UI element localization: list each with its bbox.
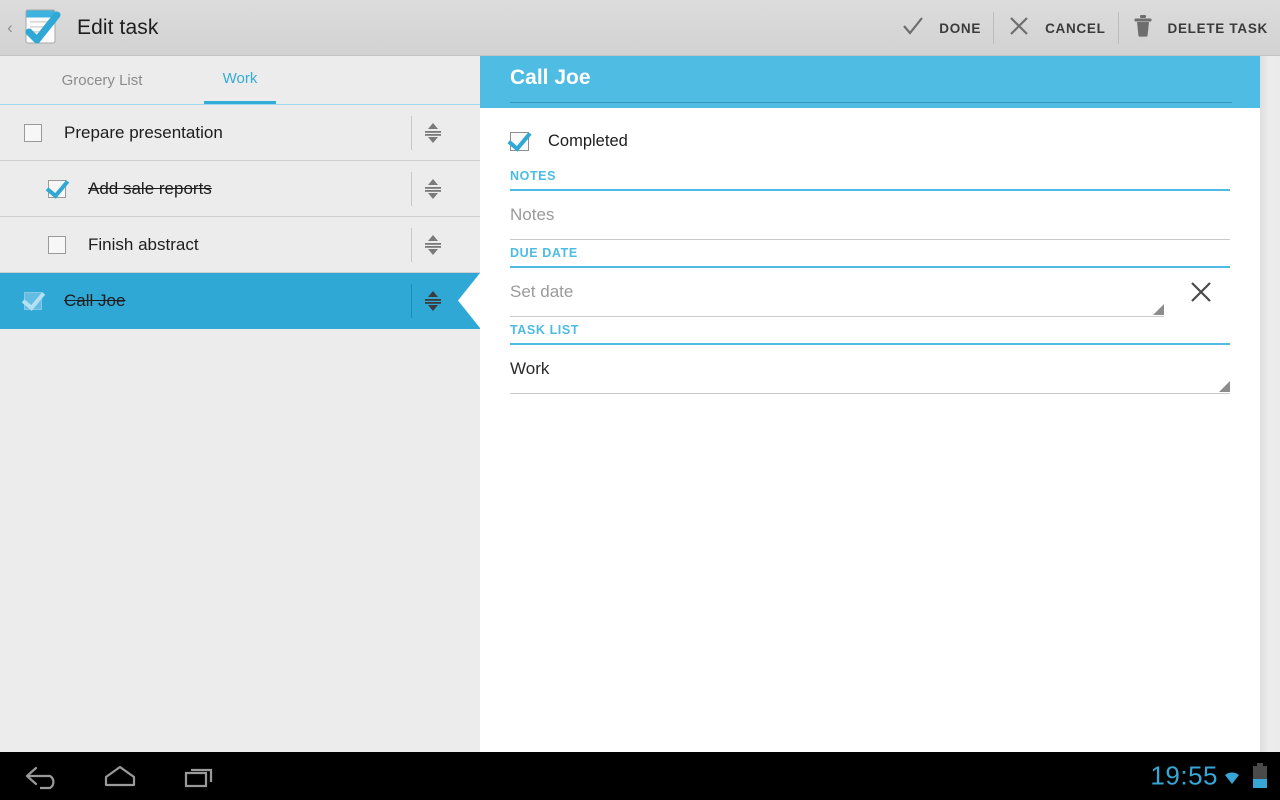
task-list: Prepare presentation Add sale reports — [0, 105, 480, 329]
task-checkbox[interactable] — [48, 236, 66, 254]
task-title-field[interactable]: Call Joe — [510, 66, 591, 90]
wifi-icon — [1220, 765, 1244, 792]
task-checkbox[interactable] — [24, 292, 42, 310]
notes-field[interactable]: Notes — [510, 191, 1230, 240]
reorder-grip-icon[interactable] — [418, 174, 448, 204]
due-date-placeholder: Set date — [510, 282, 573, 302]
task-label: Add sale reports — [88, 179, 212, 199]
tab-grocery-list-label: Grocery List — [62, 72, 143, 89]
cancel-label: CANCEL — [1045, 21, 1105, 36]
clear-due-date-button[interactable] — [1186, 277, 1216, 307]
title-underline — [510, 102, 1232, 103]
detail-body: Completed NOTES Notes DUE DATE Set date — [480, 119, 1260, 394]
task-list-spinner[interactable]: Work — [510, 345, 1230, 394]
delete-task-label: DELETE TASK — [1168, 21, 1268, 36]
task-checkbox[interactable] — [48, 180, 66, 198]
spinner-triangle-icon — [1153, 304, 1164, 315]
grip-divider — [411, 228, 412, 262]
task-row-selected[interactable]: Call Joe — [0, 273, 480, 329]
spinner-triangle-icon — [1219, 381, 1230, 392]
task-label: Prepare presentation — [64, 123, 223, 143]
tab-work-label: Work — [223, 70, 258, 87]
task-list-section-label: TASK LIST — [510, 323, 1230, 345]
tab-work[interactable]: Work — [204, 56, 276, 104]
trash-icon — [1131, 13, 1155, 44]
notes-placeholder: Notes — [510, 205, 554, 225]
completed-label: Completed — [548, 132, 628, 151]
completed-checkbox[interactable] — [510, 132, 529, 151]
task-detail-pane: Call Joe Completed NOTES Notes DUE DATE … — [480, 56, 1260, 752]
done-label: DONE — [939, 21, 981, 36]
selection-pointer-notch — [458, 273, 480, 328]
action-bar: ‹ Edit task DO — [0, 0, 1280, 56]
detail-header: Call Joe — [480, 56, 1260, 108]
grip-divider — [411, 116, 412, 150]
tab-grocery-list[interactable]: Grocery List — [0, 56, 204, 104]
recent-apps-icon[interactable] — [170, 760, 230, 792]
page-title: Edit task — [77, 16, 158, 40]
delete-task-button[interactable]: DELETE TASK — [1119, 0, 1280, 56]
cancel-button[interactable]: CANCEL — [994, 0, 1117, 56]
reorder-grip-icon[interactable] — [418, 230, 448, 260]
grip-divider — [411, 172, 412, 206]
up-navigation-caret[interactable]: ‹ — [2, 0, 18, 56]
status-clock: 19:55 — [1150, 761, 1218, 792]
task-list-pane: Grocery List Work Prepare presentation — [0, 56, 480, 752]
due-date-section-label: DUE DATE — [510, 246, 1230, 268]
task-label: Finish abstract — [88, 235, 199, 255]
due-date-row: Set date — [510, 268, 1230, 317]
task-label: Call Joe — [64, 291, 125, 311]
grip-divider — [411, 284, 412, 318]
action-bar-left: ‹ Edit task — [0, 0, 158, 56]
close-x-icon — [1006, 13, 1032, 44]
task-row[interactable]: Finish abstract — [0, 217, 480, 273]
home-icon[interactable] — [90, 760, 150, 792]
task-list-value: Work — [510, 359, 549, 379]
reorder-grip-icon[interactable] — [418, 118, 448, 148]
done-button[interactable]: DONE — [888, 0, 993, 56]
due-date-spinner[interactable]: Set date — [510, 268, 1164, 317]
task-checkbox[interactable] — [24, 124, 42, 142]
system-navigation-bar: 19:55 — [0, 752, 1280, 800]
battery-icon — [1252, 763, 1268, 794]
notes-section-label: NOTES — [510, 169, 1230, 191]
completed-row[interactable]: Completed — [510, 119, 1230, 163]
reorder-grip-icon[interactable] — [418, 286, 448, 316]
task-row[interactable]: Prepare presentation — [0, 105, 480, 161]
tab-bar: Grocery List Work — [0, 56, 480, 105]
pane-edge-shadow — [1260, 56, 1280, 752]
back-arrow-icon[interactable] — [10, 760, 70, 792]
action-bar-actions: DONE CANCEL — [888, 0, 1280, 56]
check-icon — [900, 13, 926, 44]
task-row[interactable]: Add sale reports — [0, 161, 480, 217]
android-tablet-screen: ‹ Edit task DO — [0, 0, 1280, 800]
task-checklist-icon[interactable] — [20, 7, 64, 49]
